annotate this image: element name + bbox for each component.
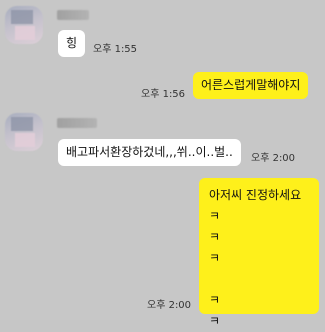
message-text: 어른스럽게말해야지: [201, 78, 301, 92]
sender-avatar[interactable]: [5, 6, 43, 44]
message-time: 오후 2:00: [147, 300, 192, 311]
message-text: 배고파서환장하겄네,,,쒸..이..벌..: [66, 145, 233, 159]
message-time: 오후 1:56: [141, 89, 186, 100]
message-line: ㅋ: [209, 293, 221, 307]
message-time: 오후 1:55: [93, 44, 138, 55]
message-line: ㅋ: [209, 230, 221, 244]
message-line: [209, 269, 309, 290]
message-line: ㅋ: [209, 251, 221, 265]
message-line: 아저씨 진정하세요: [209, 188, 302, 202]
outgoing-message-bubble[interactable]: 아저씨 진정하세요 ㅋ ㅋ ㅋ ㅋ ㅋ: [199, 178, 319, 328]
sender-avatar[interactable]: [5, 113, 43, 151]
message-line: ㅋ: [209, 209, 221, 223]
incoming-message-bubble[interactable]: 힝: [58, 30, 86, 57]
incoming-message-bubble[interactable]: 배고파서환장하겄네,,,쒸..이..벌..: [58, 139, 241, 166]
message-line: ㅋ: [209, 314, 221, 328]
message-text: 힝: [66, 36, 78, 50]
outgoing-message-bubble[interactable]: 어른스럽게말해야지: [193, 72, 309, 99]
message-time: 오후 2:00: [251, 153, 296, 164]
sender-name-blurred: [57, 10, 89, 20]
sender-name-blurred: [57, 118, 97, 128]
chat-room: 힝 오후 1:55 오후 1:56 어른스럽게말해야지 배고파서환장하겄네,,,…: [0, 0, 325, 328]
